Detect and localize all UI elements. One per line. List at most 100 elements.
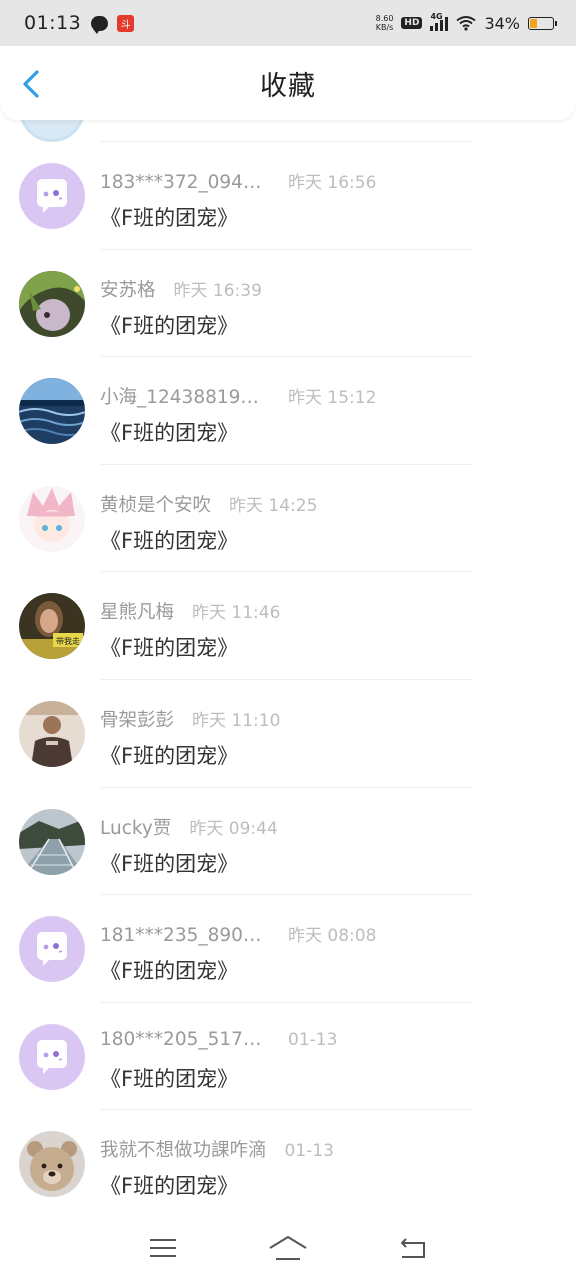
- book-title[interactable]: 《F班的团宠》: [100, 202, 238, 232]
- user-name[interactable]: 安苏格: [100, 276, 156, 302]
- list-item[interactable]: 181***235_8909… 昨天 08:08 《F班的团宠》: [0, 895, 576, 1003]
- default-chat-avatar: [19, 163, 85, 229]
- list-item[interactable]: 180***205_5179… 01-13 《F班的团宠》: [0, 1003, 576, 1111]
- status-time: 01:13: [24, 12, 82, 34]
- avatar[interactable]: [19, 163, 85, 229]
- signal-icon: 4G: [430, 12, 449, 31]
- user-name[interactable]: 181***235_8909…: [100, 925, 270, 946]
- item-meta: 我就不想做功課咋滴 01-13: [100, 1136, 334, 1162]
- anime-pink-hair-avatar: [19, 485, 85, 552]
- anime-green-hair-avatar: [19, 270, 85, 337]
- favorites-list: 183***372_0945… 昨天 16:56 《F班的团宠》 安苏格 昨天 16:3…: [0, 76, 576, 1218]
- avatar[interactable]: 带我走: [19, 593, 85, 660]
- avatar[interactable]: [19, 1131, 85, 1198]
- timestamp: 昨天 08:08: [288, 926, 377, 947]
- list-item[interactable]: 我就不想做功課咋滴 01-13 《F班的团宠》: [0, 1110, 576, 1218]
- book-title[interactable]: 《F班的团宠》: [100, 417, 238, 447]
- item-meta: 骨架彭彭 昨天 11:10: [100, 706, 280, 732]
- timestamp: 昨天 14:25: [229, 495, 318, 516]
- item-meta: 小海_12438819… 昨天 15:12: [100, 383, 376, 409]
- person-photo-avatar: [19, 700, 85, 767]
- avatar[interactable]: [19, 485, 85, 552]
- avatar[interactable]: [19, 808, 85, 875]
- list-item[interactable]: 黄桢是个安吹 昨天 14:25 《F班的团宠》: [0, 465, 576, 573]
- timestamp: 昨天 16:56: [288, 173, 377, 193]
- user-name[interactable]: 骨架彭彭: [100, 706, 174, 732]
- book-title[interactable]: 《F班的团宠》: [100, 310, 238, 340]
- list-item[interactable]: 带我走 星熊凡梅 昨天 11:46 《F班的团宠》: [0, 572, 576, 680]
- avatar[interactable]: [19, 270, 85, 337]
- timestamp: 昨天 09:44: [189, 818, 278, 839]
- user-name[interactable]: 180***205_5179…: [100, 1029, 270, 1050]
- book-title[interactable]: 《F班的团宠》: [100, 525, 238, 555]
- back-icon: [401, 1238, 426, 1258]
- back-button[interactable]: [12, 64, 52, 104]
- list-item[interactable]: 183***372_0945… 昨天 16:56 《F班的团宠》: [0, 142, 576, 250]
- user-name[interactable]: 小海_12438819…: [100, 383, 270, 409]
- status-bar: 01:13 斗 8.60 KB/s HD 4G 34%: [0, 0, 576, 46]
- svg-text:带我走: 带我走: [56, 636, 80, 646]
- user-name[interactable]: Lucky贾: [100, 814, 171, 840]
- battery-icon: [528, 16, 557, 30]
- chevron-left-icon: [23, 70, 39, 98]
- list-item-partial[interactable]: [0, 76, 576, 142]
- hd-icon: HD: [401, 17, 423, 29]
- photo-avatar: 带我走: [19, 593, 85, 660]
- home-icon: [269, 1236, 307, 1260]
- timestamp: 昨天 15:12: [288, 388, 377, 409]
- teddy-bear-avatar: [19, 1131, 85, 1198]
- item-meta: Lucky贾 昨天 09:44: [100, 814, 278, 840]
- user-name[interactable]: 183***372_0945…: [100, 172, 270, 193]
- item-meta: 黄桢是个安吹 昨天 14:25: [100, 491, 317, 517]
- home-button[interactable]: [266, 1230, 310, 1266]
- avatar[interactable]: [19, 1023, 85, 1090]
- network-speed-unit: KB/s: [375, 23, 394, 32]
- status-right: 8.60 KB/s HD 4G 34%: [376, 12, 557, 33]
- item-meta: 183***372_0945… 昨天 16:56: [100, 168, 376, 193]
- network-speed: 8.60 KB/s: [376, 14, 394, 32]
- user-name[interactable]: 黄桢是个安吹: [100, 491, 211, 517]
- message-notification-icon: [91, 15, 109, 34]
- book-title[interactable]: 《F班的团宠》: [100, 848, 238, 878]
- avatar[interactable]: [19, 378, 85, 445]
- default-chat-avatar: [19, 1023, 85, 1090]
- timestamp: 01-13: [288, 1029, 338, 1050]
- avatar[interactable]: [19, 700, 85, 767]
- back-nav-button[interactable]: [391, 1230, 435, 1266]
- list-item[interactable]: 小海_12438819… 昨天 15:12 《F班的团宠》: [0, 357, 576, 465]
- timestamp: 昨天 11:46: [192, 603, 281, 624]
- list-item[interactable]: Lucky贾 昨天 09:44 《F班的团宠》: [0, 788, 576, 896]
- timestamp: 01-13: [284, 1141, 334, 1162]
- header: 收藏: [0, 46, 576, 120]
- page-title: 收藏: [260, 70, 316, 102]
- ocean-avatar: [19, 378, 85, 445]
- menu-icon: [149, 1239, 176, 1257]
- book-title[interactable]: 《F班的团宠》: [100, 955, 238, 985]
- avatar[interactable]: [19, 916, 85, 983]
- item-meta: 安苏格 昨天 16:39: [100, 276, 262, 302]
- book-title[interactable]: 《F班的团宠》: [100, 740, 238, 770]
- default-chat-avatar: [19, 916, 85, 983]
- menu-button[interactable]: [141, 1230, 185, 1266]
- network-speed-value: 8.60: [375, 14, 394, 23]
- timestamp: 昨天 11:10: [192, 710, 281, 731]
- list-item[interactable]: 骨架彭彭 昨天 11:10 《F班的团宠》: [0, 680, 576, 788]
- list-item[interactable]: 安苏格 昨天 16:39 《F班的团宠》: [0, 250, 576, 358]
- app-notification-icon: 斗: [117, 14, 135, 32]
- battery-fill: [530, 18, 538, 28]
- book-title[interactable]: 《F班的团宠》: [100, 1170, 238, 1200]
- glass-bridge-avatar: [19, 808, 85, 875]
- battery-percent: 34%: [484, 13, 520, 33]
- item-meta: 181***235_8909… 昨天 08:08: [100, 921, 376, 946]
- timestamp: 昨天 16:39: [173, 280, 262, 301]
- item-meta: 180***205_5179… 01-13: [100, 1029, 337, 1050]
- screen: 01:13 斗 8.60 KB/s HD 4G 34% 收藏 183***372…: [0, 0, 576, 1280]
- wifi-icon: [456, 16, 477, 31]
- system-nav-bar: [0, 1216, 576, 1280]
- user-name[interactable]: 星熊凡梅: [100, 598, 174, 624]
- item-meta: 星熊凡梅 昨天 11:46: [100, 598, 280, 624]
- user-name[interactable]: 我就不想做功課咋滴: [100, 1136, 267, 1162]
- book-title[interactable]: 《F班的团宠》: [100, 632, 238, 662]
- book-title[interactable]: 《F班的团宠》: [100, 1063, 238, 1093]
- network-type: 4G: [430, 12, 443, 21]
